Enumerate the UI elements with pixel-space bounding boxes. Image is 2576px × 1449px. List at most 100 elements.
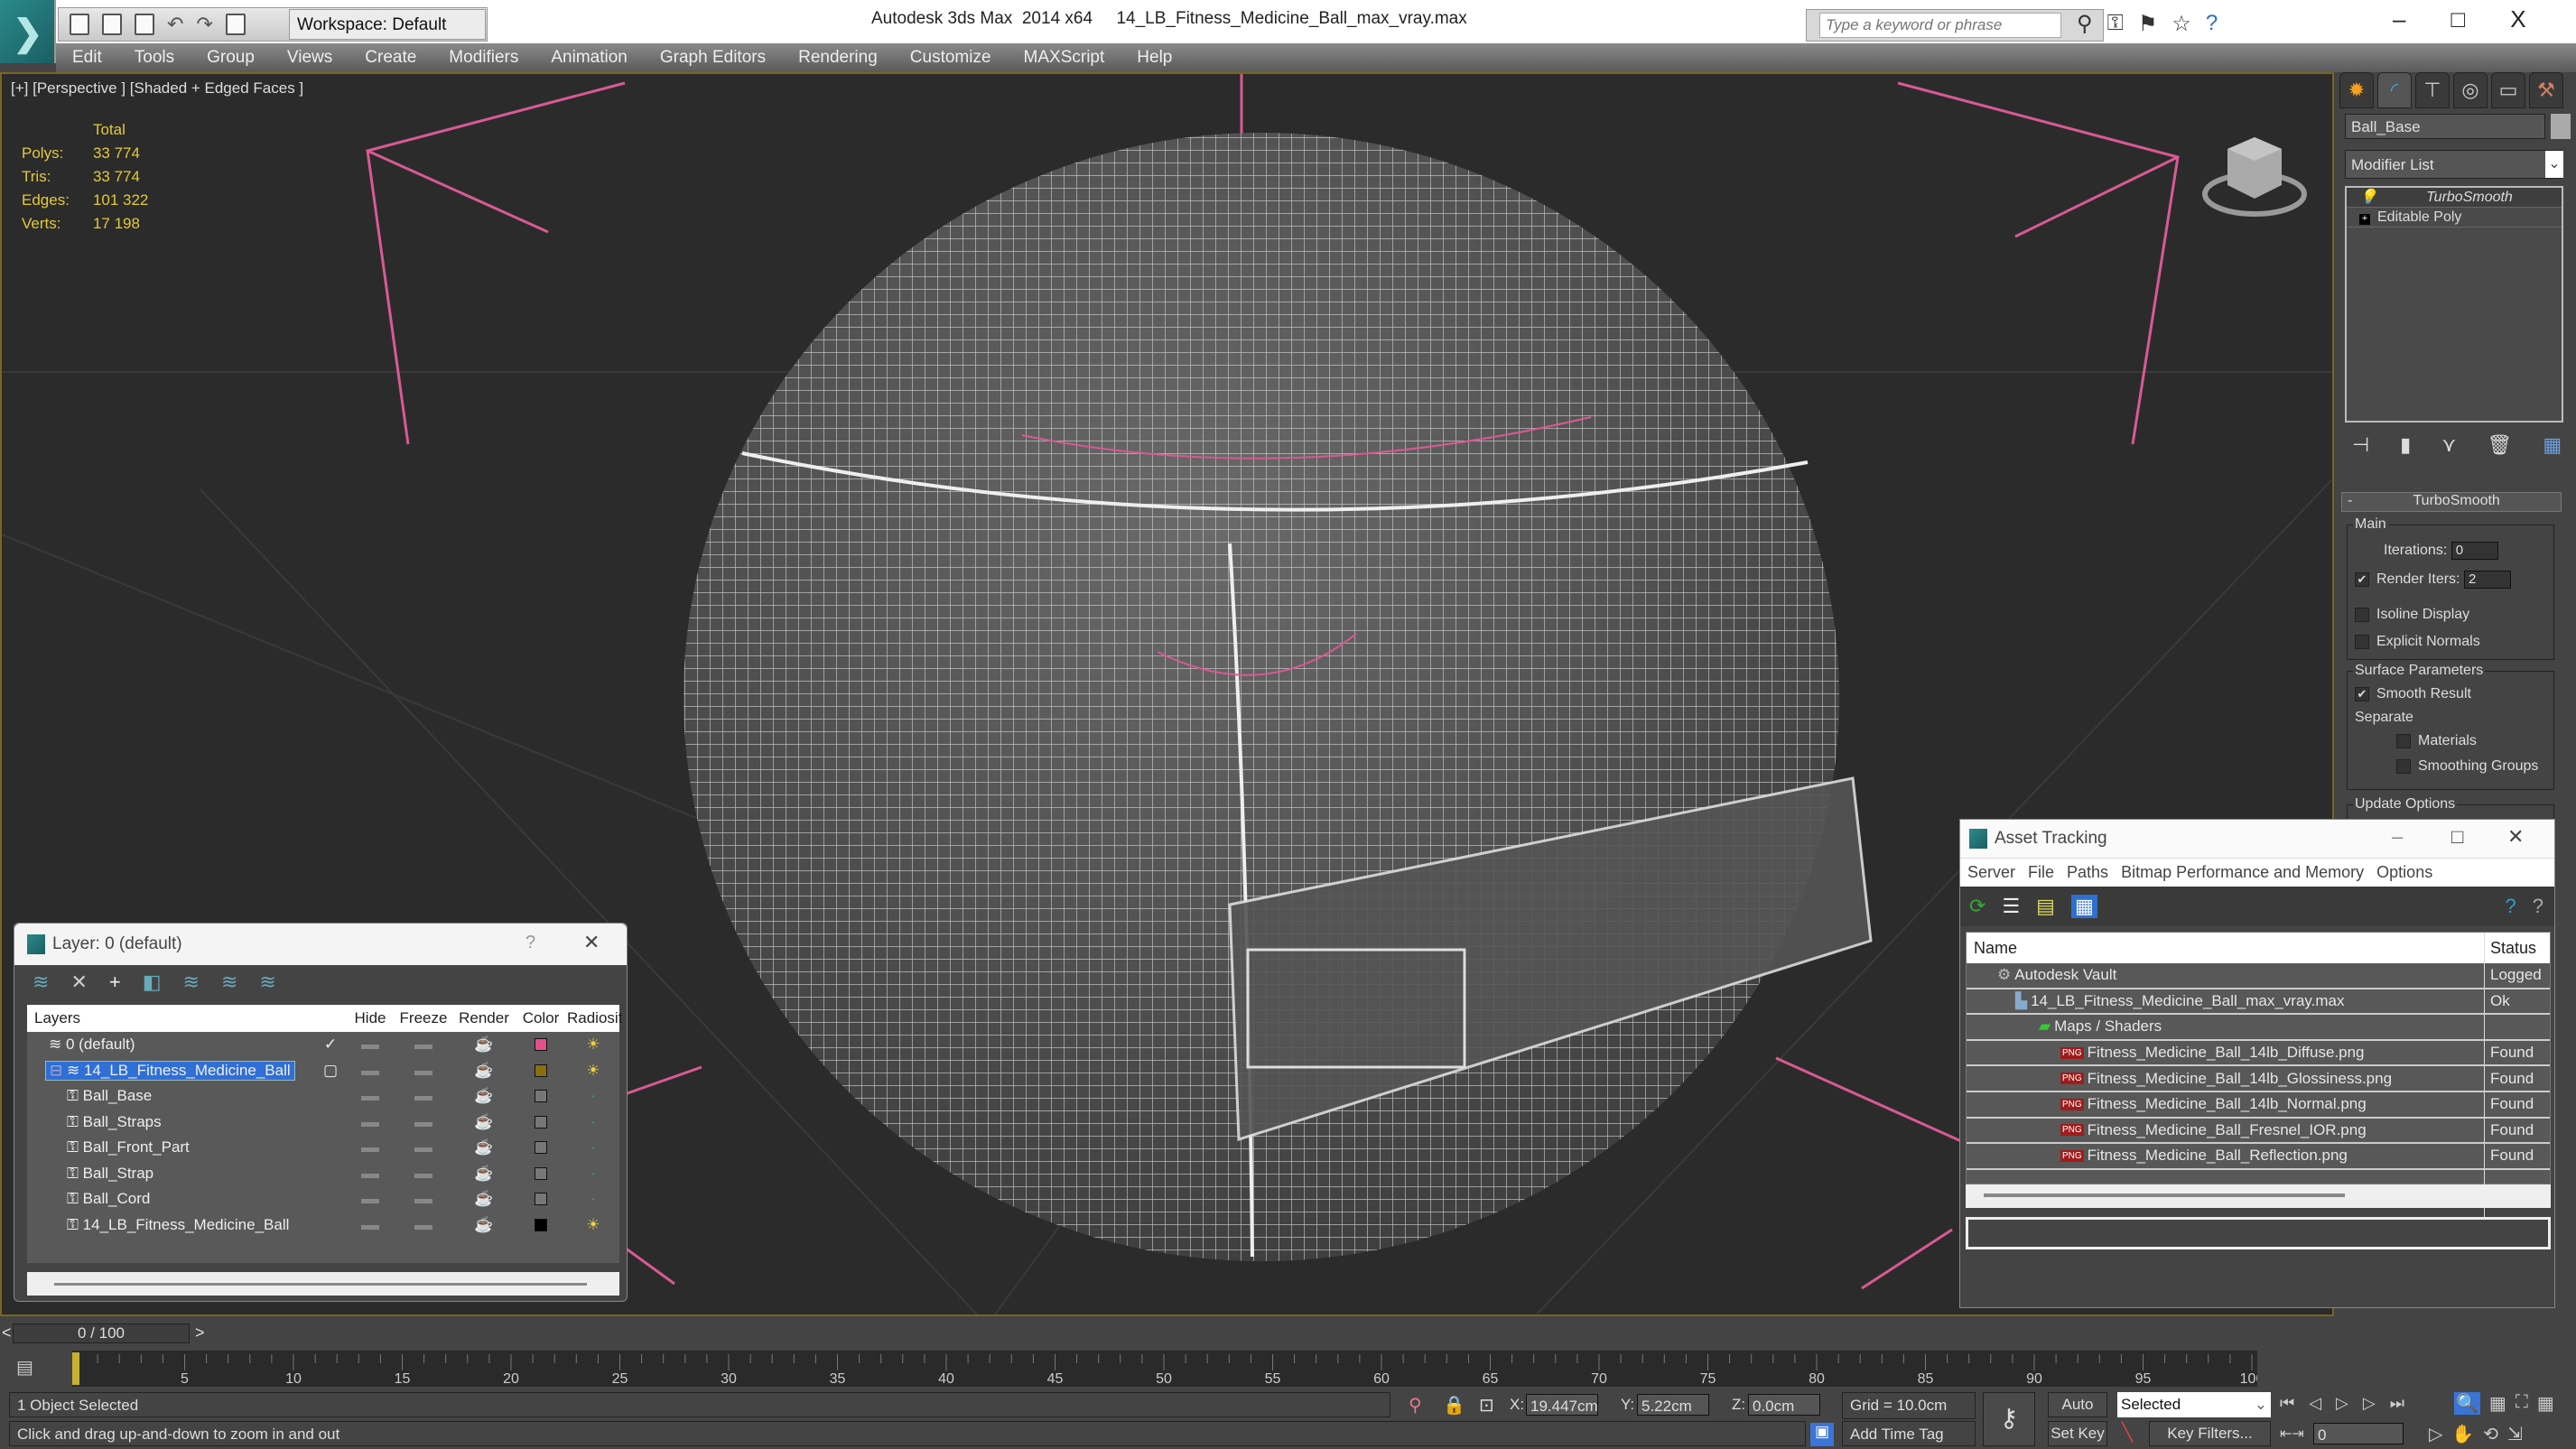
layer-row[interactable]: ⚿ Ball_Straps ☕ ∙ [27, 1110, 619, 1136]
radiosity-sun-icon[interactable]: ☀ [567, 1036, 619, 1054]
menu-options[interactable]: Options [2376, 863, 2432, 882]
horizontal-scrollbar[interactable] [1966, 1184, 2551, 1208]
layer-row[interactable]: ⚿ Ball_Cord ☕ ∙ [27, 1186, 619, 1212]
show-end-result-icon[interactable]: ▮ [2400, 433, 2411, 457]
remove-modifier-icon[interactable]: 🗑 [2487, 433, 2512, 457]
trackbar-ticks[interactable]: 0510152025303540455055606570758085909510… [72, 1351, 2257, 1387]
rollout-header[interactable]: - TurboSmooth [2341, 492, 2562, 512]
layer-color-swatch[interactable] [535, 1141, 547, 1155]
field-of-view-icon[interactable]: ▷ [2429, 1423, 2442, 1445]
render-toggle-icon[interactable]: ☕ [453, 1138, 515, 1156]
layer-color-swatch[interactable] [535, 1038, 547, 1052]
layer-row[interactable]: ⚿ Ball_Front_Part ☕ ∙ [27, 1135, 619, 1161]
collapse-icon[interactable]: ⊟ [50, 1062, 67, 1079]
asset-path-field[interactable] [1966, 1217, 2551, 1249]
transform-mode-icon[interactable]: ⊡ [1479, 1394, 1494, 1416]
horizontal-scrollbar[interactable] [27, 1272, 619, 1296]
zoom-extents-all-icon[interactable]: ▦ [2537, 1392, 2554, 1415]
minimize-button[interactable]: – [2392, 825, 2403, 849]
radiosity-dot-icon[interactable]: ∙ [567, 1190, 619, 1208]
render-toggle-icon[interactable]: ☕ [453, 1036, 515, 1054]
hide-toggle[interactable] [347, 1165, 394, 1183]
menu-customize[interactable]: Customize [894, 48, 1008, 68]
lightbulb-icon[interactable]: 💡 [2359, 188, 2377, 208]
render-iters-checkbox[interactable]: ✔ [2355, 572, 2369, 587]
layer-color-swatch[interactable] [535, 1193, 547, 1206]
select-objects-icon[interactable]: ◧ [143, 971, 162, 994]
zoom-extents-icon[interactable]: ⛶ [2516, 1392, 2528, 1415]
render-toggle-icon[interactable]: ☕ [453, 1113, 515, 1131]
column-header-status[interactable]: Status [2485, 939, 2536, 958]
column-header-radiosity[interactable]: Radiosit [567, 1009, 622, 1027]
render-toggle-icon[interactable]: ☕ [453, 1190, 515, 1208]
chevron-down-icon[interactable]: ⌄ [2545, 151, 2563, 178]
go-to-start-icon[interactable]: ⏮ [2280, 1394, 2294, 1413]
hide-toggle[interactable] [347, 1216, 394, 1234]
utilities-tab-icon[interactable]: ⚒ [2529, 72, 2563, 108]
render-toggle-icon[interactable]: ☕ [453, 1062, 515, 1080]
help-online-icon[interactable]: ? [2506, 895, 2516, 918]
next-frame-button[interactable]: > [195, 1324, 205, 1342]
hide-toggle[interactable] [347, 1087, 394, 1105]
close-button[interactable]: ✕ [2507, 825, 2524, 849]
maximize-button[interactable]: □ [2451, 825, 2463, 849]
menu-modifiers[interactable]: Modifiers [432, 48, 535, 68]
hierarchy-tab-icon[interactable]: ⊤ [2415, 72, 2450, 108]
stack-item-turbosmooth[interactable]: 💡 TurboSmooth [2347, 188, 2562, 208]
menu-tools[interactable]: Tools [118, 48, 191, 68]
pin-stack-icon[interactable]: ⊣ [2352, 433, 2369, 457]
freeze-toggle[interactable] [394, 1216, 453, 1234]
table-row[interactable]: PNG Fitness_Medicine_Ball_Reflection.png F… [1967, 1144, 2550, 1170]
app-logo-button[interactable]: ❯ [0, 0, 56, 63]
freeze-toggle[interactable] [394, 1087, 453, 1105]
default-in-out-tangent-icon[interactable]: ╲ [2122, 1421, 2133, 1444]
current-layer-toggle[interactable]: ✓ [314, 1036, 347, 1054]
column-header-render[interactable]: Render [453, 1009, 515, 1027]
layer-color-swatch[interactable] [535, 1218, 547, 1231]
refresh-icon[interactable]: ⟳ [1969, 895, 1985, 918]
hide-toggle[interactable] [347, 1190, 394, 1208]
freeze-toggle[interactable] [394, 1190, 453, 1208]
workspace-dropdown[interactable]: Workspace: Default [289, 9, 486, 40]
modifier-list-dropdown[interactable]: Modifier List [2345, 150, 2563, 179]
x-coordinate-field[interactable]: 19.447cm [1526, 1394, 1598, 1416]
render-toggle-icon[interactable]: ☕ [453, 1087, 515, 1105]
table-row[interactable]: PNG Fitness_Medicine_Ball_14lb_Normal.png… [1967, 1091, 2550, 1119]
radiosity-sun-icon[interactable]: ☀ [567, 1062, 619, 1080]
menu-bitmap-performance[interactable]: Bitmap Performance and Memory [2121, 863, 2364, 882]
time-tag-icon[interactable]: ▣ [1810, 1423, 1834, 1446]
curve-editor-icon[interactable]: ▤ [16, 1356, 33, 1379]
menu-rendering[interactable]: Rendering [782, 48, 894, 68]
explicit-normals-checkbox[interactable] [2355, 634, 2369, 649]
hide-toggle[interactable] [347, 1138, 394, 1156]
current-frame-field[interactable]: 0 [2313, 1423, 2404, 1444]
menu-animation[interactable]: Animation [535, 48, 644, 68]
render-iters-spinner[interactable]: 2 [2463, 571, 2511, 589]
freeze-toggle[interactable] [394, 1036, 453, 1054]
time-slider-thumb[interactable]: 0 / 100 [13, 1324, 190, 1343]
table-row[interactable]: PNG Fitness_Medicine_Ball_Fresnel_IOR.png… [1967, 1118, 2550, 1145]
z-coordinate-field[interactable]: 0.0cm [1748, 1394, 1820, 1416]
layer-row[interactable]: ⊟ ≋ 14_LB_Fitness_Medicine_Ball ▢ ☕ ☀ [27, 1058, 619, 1084]
radiosity-dot-icon[interactable]: ∙ [567, 1113, 619, 1131]
expand-plus-icon[interactable]: + [2359, 214, 2370, 225]
maximize-viewport-icon[interactable]: ⇲ [2507, 1423, 2523, 1445]
column-header-color[interactable]: Color [515, 1009, 567, 1027]
menu-edit[interactable]: Edit [56, 48, 118, 68]
render-toggle-icon[interactable]: ☕ [453, 1165, 515, 1183]
close-button[interactable]: X [2510, 5, 2525, 33]
tree-view-icon[interactable]: ▤ [2036, 895, 2055, 918]
minimize-button[interactable]: – [2393, 5, 2405, 33]
create-layer-icon[interactable]: ≋ [33, 971, 49, 994]
previous-key-icon[interactable]: ◁ [2309, 1394, 2321, 1413]
motion-tab-icon[interactable]: ◎ [2453, 72, 2488, 108]
layer-row[interactable]: ⚿ 14_LB_Fitness_Medicine_Ball ☕ ☀ [27, 1212, 619, 1239]
next-key-icon[interactable]: ▷ [2363, 1394, 2376, 1413]
pan-icon[interactable]: ✋ [2451, 1423, 2474, 1445]
auto-key-button[interactable]: Auto Key [2048, 1392, 2107, 1436]
zoom-icon[interactable]: 🔍 [2454, 1392, 2480, 1415]
viewport-label[interactable]: [+] [Perspective ] [Shaded + Edged Faces… [11, 79, 303, 98]
table-row[interactable]: ▙ 14_LB_Fitness_Medicine_Ball_max_vray.ma… [1967, 989, 2550, 1016]
binoculars-icon[interactable]: ⚲ [2077, 11, 2093, 37]
previous-frame-button[interactable]: < [2, 1324, 12, 1342]
